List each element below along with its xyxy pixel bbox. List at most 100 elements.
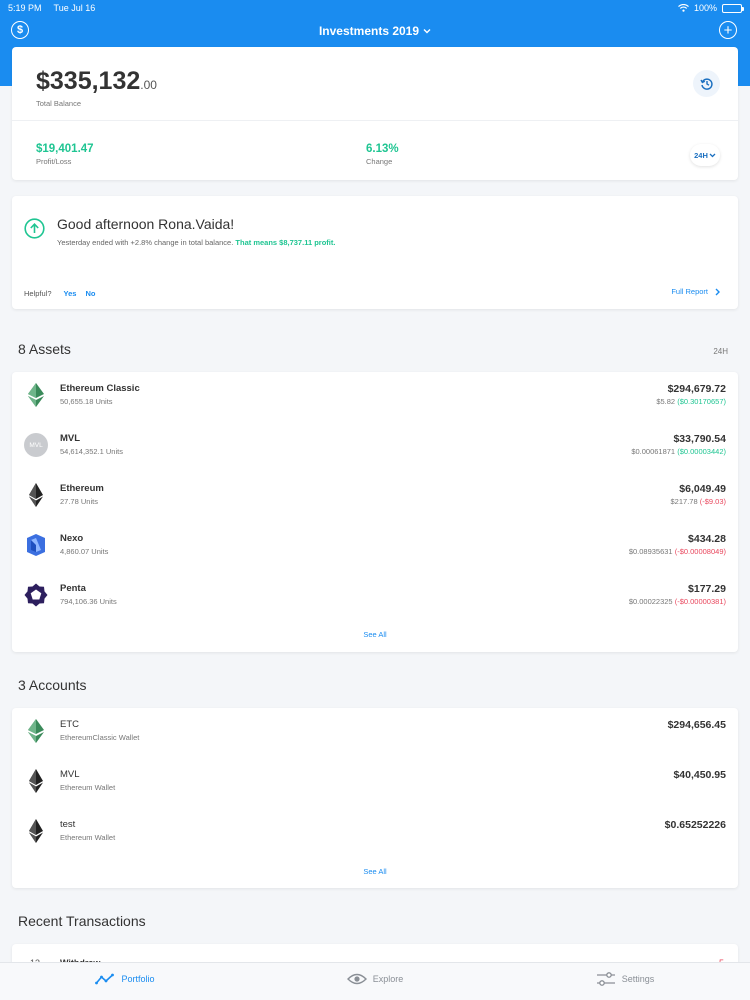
asset-row-nexo[interactable]: Nexo 4,860.07 Units $434.28 $0.08935631 … (12, 533, 738, 583)
nexo-icon (24, 533, 48, 557)
mvl-logo-text: MVL (24, 433, 48, 457)
asset-price-change: $0.08935631 (-$0.00008049) (629, 547, 726, 556)
assets-range-label[interactable]: 24H (713, 347, 728, 356)
chevron-down-icon (709, 153, 716, 157)
ethereum-icon (24, 483, 48, 507)
asset-units: 27.78 Units (60, 497, 98, 506)
account-wallet: Ethereum Wallet (60, 783, 116, 792)
divider (12, 120, 738, 121)
asset-name: Ethereum Classic (60, 383, 140, 394)
nav-bar: $ Investments 2019 + (0, 18, 750, 44)
tab-explore[interactable]: Explore (250, 963, 500, 1000)
accounts-section-title: 3 Accounts (18, 677, 87, 693)
asset-value: $434.28 (688, 533, 726, 545)
balance-card: $335,132.00 Total Balance $19,401.47 Pro… (12, 47, 738, 180)
asset-price-change: $5.82 ($0.30170657) (656, 397, 726, 406)
account-name: MVL (60, 769, 80, 780)
balance-amount: $335,132 (36, 67, 141, 95)
asset-price-change: $217.78 (-$9.03) (671, 497, 726, 506)
asset-name: Penta (60, 583, 86, 594)
change-stat: 6.13% Change (366, 143, 399, 166)
account-name: ETC (60, 719, 79, 730)
asset-value: $294,679.72 (667, 383, 726, 395)
currency-dollar-icon[interactable]: $ (11, 21, 29, 39)
portfolio-selector[interactable]: Investments 2019 (319, 24, 431, 38)
wifi-icon (678, 4, 689, 12)
greeting-summary: Yesterday ended with +2.8% change in tot… (57, 238, 234, 247)
battery-percent: 100% (693, 3, 717, 13)
asset-change: ($0.00003442) (677, 447, 726, 456)
status-bar: 5:19 PM Tue Jul 16 100% (0, 0, 750, 16)
helpful-label: Helpful? (24, 289, 52, 298)
assets-section-title: 8 Assets (18, 341, 71, 357)
history-icon (699, 77, 713, 90)
asset-name: Nexo (60, 533, 84, 544)
battery-icon (722, 3, 744, 13)
accounts-card: ETC EthereumClassic Wallet $294,656.45 M… (12, 708, 738, 888)
asset-units: 50,655.18 Units (60, 397, 113, 406)
asset-name: Ethereum (60, 483, 104, 494)
helpful-yes-link[interactable]: Yes (64, 289, 77, 298)
asset-row-penta[interactable]: Penta 794,106.36 Units $177.29 $0.000223… (12, 583, 738, 633)
tab-portfolio[interactable]: Portfolio (0, 963, 250, 1000)
full-report-link[interactable]: Full Report (671, 287, 720, 296)
account-value: $40,450.95 (673, 769, 726, 781)
accounts-see-all-link[interactable]: See All (12, 867, 738, 876)
ethereum-icon (24, 819, 48, 843)
asset-change: ($0.30170657) (677, 397, 726, 406)
change-label: Change (366, 157, 393, 166)
asset-row-mvl[interactable]: MVL MVL 54,614,352.1 Units $33,790.54 $0… (12, 433, 738, 483)
nav-title: Investments 2019 (318, 24, 420, 38)
transactions-section-title: Recent Transactions (18, 913, 146, 929)
helpful-no-link[interactable]: No (85, 289, 95, 298)
greeting-title: Good afternoon Rona.Vaida! (57, 216, 235, 232)
asset-price-change: $0.00022325 (-$0.00000381) (629, 597, 726, 606)
ethereum-classic-icon (24, 719, 48, 743)
account-row-etc[interactable]: ETC EthereumClassic Wallet $294,656.45 (12, 719, 738, 769)
asset-units: 794,106.36 Units (60, 597, 117, 606)
asset-row-ethereum[interactable]: Ethereum 27.78 Units $6,049.49 $217.78 (… (12, 483, 738, 533)
asset-units: 54,614,352.1 Units (60, 447, 123, 456)
add-icon[interactable]: + (719, 21, 737, 39)
asset-name: MVL (60, 433, 81, 444)
profit-loss-label: Profit/Loss (36, 157, 72, 166)
asset-price: $217.78 (670, 497, 698, 506)
ethereum-icon (24, 769, 48, 793)
asset-value: $33,790.54 (673, 433, 726, 445)
eye-icon (346, 973, 367, 985)
profit-loss-value: $19,401.47 (36, 143, 94, 155)
account-row-test[interactable]: test Ethereum Wallet $0.65252226 (12, 819, 738, 869)
tab-label: Explore (372, 974, 404, 984)
penta-icon (24, 583, 48, 607)
range-selector[interactable]: 24H (690, 144, 720, 166)
helpful-prompt: Helpful? Yes No (24, 289, 95, 298)
assets-see-all-link[interactable]: See All (12, 630, 738, 639)
tab-settings[interactable]: Settings (500, 963, 750, 1000)
account-value: $294,656.45 (667, 719, 726, 731)
account-wallet: Ethereum Wallet (60, 833, 116, 842)
total-balance-value: $335,132.00 (36, 67, 157, 96)
tab-bar: Portfolio Explore Settings (0, 962, 750, 1000)
asset-price: $0.00061871 (631, 447, 676, 456)
asset-row-ethereum-classic[interactable]: Ethereum Classic 50,655.18 Units $294,67… (12, 383, 738, 433)
greeting-profit-highlight: That means $8,737.11 profit. (235, 238, 336, 247)
profit-loss-stat: $19,401.47 Profit/Loss (36, 143, 94, 166)
account-wallet: EthereumClassic Wallet (60, 733, 140, 742)
total-balance-label: Total Balance (36, 99, 82, 108)
asset-value: $177.29 (688, 583, 726, 595)
asset-units: 4,860.07 Units (60, 547, 109, 556)
full-report-label: Full Report (671, 287, 708, 296)
asset-price-change: $0.00061871 ($0.00003442) (631, 447, 726, 456)
greeting-card: Good afternoon Rona.Vaida! Yesterday end… (12, 196, 738, 309)
asset-price: $5.82 (656, 397, 676, 406)
account-name: test (60, 819, 76, 830)
account-value: $0.65252226 (664, 819, 726, 831)
assets-card: Ethereum Classic 50,655.18 Units $294,67… (12, 372, 738, 652)
account-row-mvl[interactable]: MVL Ethereum Wallet $40,450.95 (12, 769, 738, 819)
balance-cents: .00 (140, 78, 157, 92)
asset-change: (-$0.00000381) (674, 597, 726, 606)
chevron-right-icon (715, 288, 720, 295)
history-button[interactable] (693, 70, 720, 97)
asset-change: (-$0.00008049) (674, 547, 726, 556)
asset-change: (-$9.03) (699, 497, 726, 506)
